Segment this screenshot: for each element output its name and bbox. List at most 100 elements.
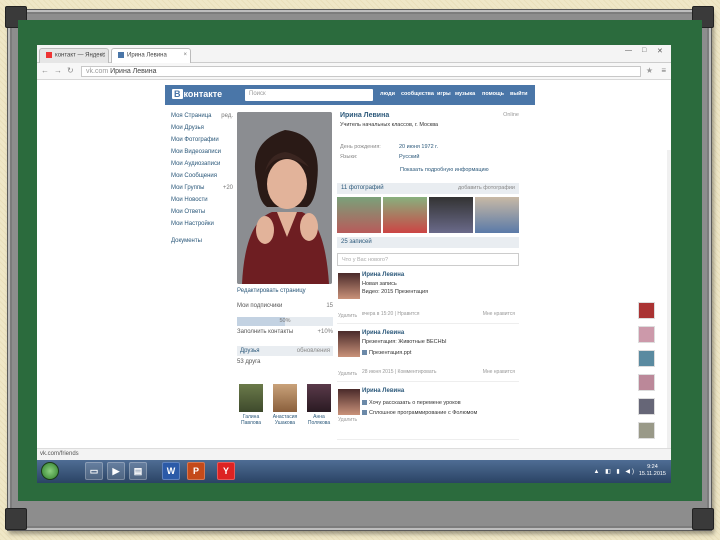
explorer-icon[interactable]: ▭: [85, 462, 103, 480]
scrollbar[interactable]: [667, 150, 671, 460]
frame-corner: [692, 508, 714, 530]
nav-logout[interactable]: выйти: [510, 91, 528, 97]
photo-thumb[interactable]: [429, 197, 473, 233]
side-thumb[interactable]: [638, 422, 655, 439]
menu-messages[interactable]: Мои Сообщения: [171, 173, 233, 185]
edit-page-link[interactable]: Редактировать страницу: [237, 288, 333, 300]
menu-groups[interactable]: Мои Группы +20: [171, 185, 233, 197]
post-avatar[interactable]: [338, 331, 360, 357]
close-icon[interactable]: ×: [183, 52, 187, 58]
nav-people[interactable]: люди: [380, 91, 395, 97]
start-button[interactable]: [41, 462, 59, 480]
friend-item[interactable]: Галина Павлова: [237, 384, 265, 426]
menu-my-page[interactable]: Моя Страница ред.: [171, 113, 233, 125]
post-avatar[interactable]: [338, 389, 360, 415]
minimize-icon[interactable]: —: [625, 47, 632, 54]
media-icon[interactable]: ▶: [107, 462, 125, 480]
post-delete[interactable]: Удалить: [338, 371, 357, 377]
post-attachment[interactable]: Хочу рассказать о перемене уроков: [362, 400, 461, 406]
photos-header[interactable]: 11 фотографий добавить фотографии: [337, 183, 519, 194]
profile-status[interactable]: Учитель начальных классов, г. Москва: [337, 122, 519, 144]
photo-thumb[interactable]: [475, 197, 519, 233]
file-icon: [362, 350, 367, 356]
language-row: Языки: Русский: [340, 154, 420, 160]
back-icon[interactable]: ←: [41, 66, 49, 75]
photo-strip: [337, 197, 519, 233]
post-text: Презентация: Животные ВЕСНЫ: [362, 339, 447, 345]
menu-answers[interactable]: Мои Ответы: [171, 209, 233, 221]
friend-item[interactable]: Анна Полякова: [305, 384, 333, 426]
side-thumb[interactable]: [638, 374, 655, 391]
post-meta[interactable]: вчера в 15:20 | Нравится: [362, 311, 419, 317]
menu-photos[interactable]: Мои Фотографии: [171, 137, 233, 149]
post-attachment[interactable]: Сплошное программирование с Фолюмом: [362, 410, 477, 416]
side-thumb[interactable]: [638, 398, 655, 415]
show-more-link[interactable]: Показать подробную информацию: [337, 167, 519, 179]
friend-avatar: [273, 384, 297, 412]
folder-icon[interactable]: ▤: [129, 462, 147, 480]
post-avatar[interactable]: [338, 273, 360, 299]
menu-news[interactable]: Мои Новости: [171, 197, 233, 209]
vk-search-input[interactable]: Поиск: [245, 89, 373, 101]
tab-bar: контакт — Яндекс × Ирина Левина × — □ ✕: [37, 45, 671, 63]
menu-videos[interactable]: Мои Видеозаписи: [171, 149, 233, 161]
wall-post: Ирина Левина Хочу рассказать о перемене …: [337, 388, 519, 440]
side-thumb[interactable]: [638, 302, 655, 319]
nav-help[interactable]: помощь: [482, 91, 504, 97]
wall-post-input[interactable]: Что у Вас нового?: [337, 253, 519, 266]
tab-profile[interactable]: Ирина Левина ×: [111, 48, 191, 63]
friends-header[interactable]: Друзья обновления: [237, 346, 333, 356]
post-author[interactable]: Ирина Левина: [362, 388, 404, 394]
post-delete[interactable]: Удалить: [338, 313, 357, 319]
file-icon: [362, 400, 367, 406]
menu-icon[interactable]: ≡: [661, 66, 666, 75]
friend-avatar: [307, 384, 331, 412]
subscribers-row[interactable]: Мои подписчики 15: [237, 303, 333, 314]
post-delete[interactable]: Удалить: [338, 417, 357, 423]
menu-friends[interactable]: Мои Друзья: [171, 125, 233, 137]
windows-taskbar: ▭ ▶ ▤ W P Y ▲ ◧ ▮ ◀) 9:24 15.11.2015: [37, 460, 671, 483]
post-author[interactable]: Ирина Левина: [362, 330, 404, 336]
photo-thumb[interactable]: [337, 197, 381, 233]
menu-audio[interactable]: Мои Аудиозаписи: [171, 161, 233, 173]
like-button[interactable]: Мне нравится: [483, 369, 515, 375]
friend-avatar: [239, 384, 263, 412]
vk-logo[interactable]: Вконтакте: [172, 89, 222, 99]
forward-icon[interactable]: →: [54, 66, 62, 75]
system-tray[interactable]: ▲ ◧ ▮ ◀): [593, 468, 636, 475]
clock[interactable]: 9:24 15.11.2015: [639, 464, 666, 478]
nav-games[interactable]: игры: [437, 91, 451, 97]
url-input[interactable]: vk.com Ирина Левина: [81, 66, 641, 77]
maximize-icon[interactable]: □: [642, 47, 646, 54]
side-thumb[interactable]: [638, 326, 655, 343]
tab-yandex[interactable]: контакт — Яндекс ×: [39, 48, 109, 63]
reload-icon[interactable]: ↻: [67, 66, 74, 75]
vk-header: Вконтакте Поиск люди сообщества игры муз…: [165, 85, 535, 105]
side-thumb[interactable]: [638, 350, 655, 367]
friends-list: Галина Павлова Анастасия Ушакова Анна По…: [237, 384, 333, 426]
yandex-browser-icon[interactable]: Y: [217, 462, 235, 480]
friend-item[interactable]: Анастасия Ушакова: [271, 384, 299, 426]
birthday-row: День рождения: 20 июня 1972 г.: [340, 144, 439, 150]
close-icon[interactable]: ×: [101, 52, 105, 58]
nav-communities[interactable]: сообщества: [401, 91, 434, 97]
profile-photo[interactable]: [237, 112, 332, 284]
wall-post: Ирина Левина Презентация: Животные ВЕСНЫ…: [337, 330, 519, 382]
fill-contacts-row[interactable]: Заполнить контакты +10%: [237, 329, 333, 340]
wall-header[interactable]: 25 записей: [337, 237, 519, 248]
post-author[interactable]: Ирина Левина: [362, 272, 404, 278]
post-attachment[interactable]: Презентация.ppt: [362, 350, 411, 356]
post-meta[interactable]: 28 июня 2015 | Комментировать: [362, 369, 436, 375]
menu-settings[interactable]: Мои Настройки: [171, 221, 233, 233]
profile-main: Ирина Левина Online Учитель начальных кла…: [337, 112, 519, 440]
friends-count: 53 друга: [237, 359, 261, 365]
vk-icon: [118, 52, 124, 58]
like-button[interactable]: Мне нравится: [483, 311, 515, 317]
window-close-icon[interactable]: ✕: [657, 47, 663, 55]
menu-documents[interactable]: Документы: [171, 238, 233, 250]
nav-music[interactable]: музыка: [455, 91, 475, 97]
star-icon[interactable]: ★: [646, 66, 653, 75]
powerpoint-icon[interactable]: P: [187, 462, 205, 480]
word-icon[interactable]: W: [162, 462, 180, 480]
photo-thumb[interactable]: [383, 197, 427, 233]
